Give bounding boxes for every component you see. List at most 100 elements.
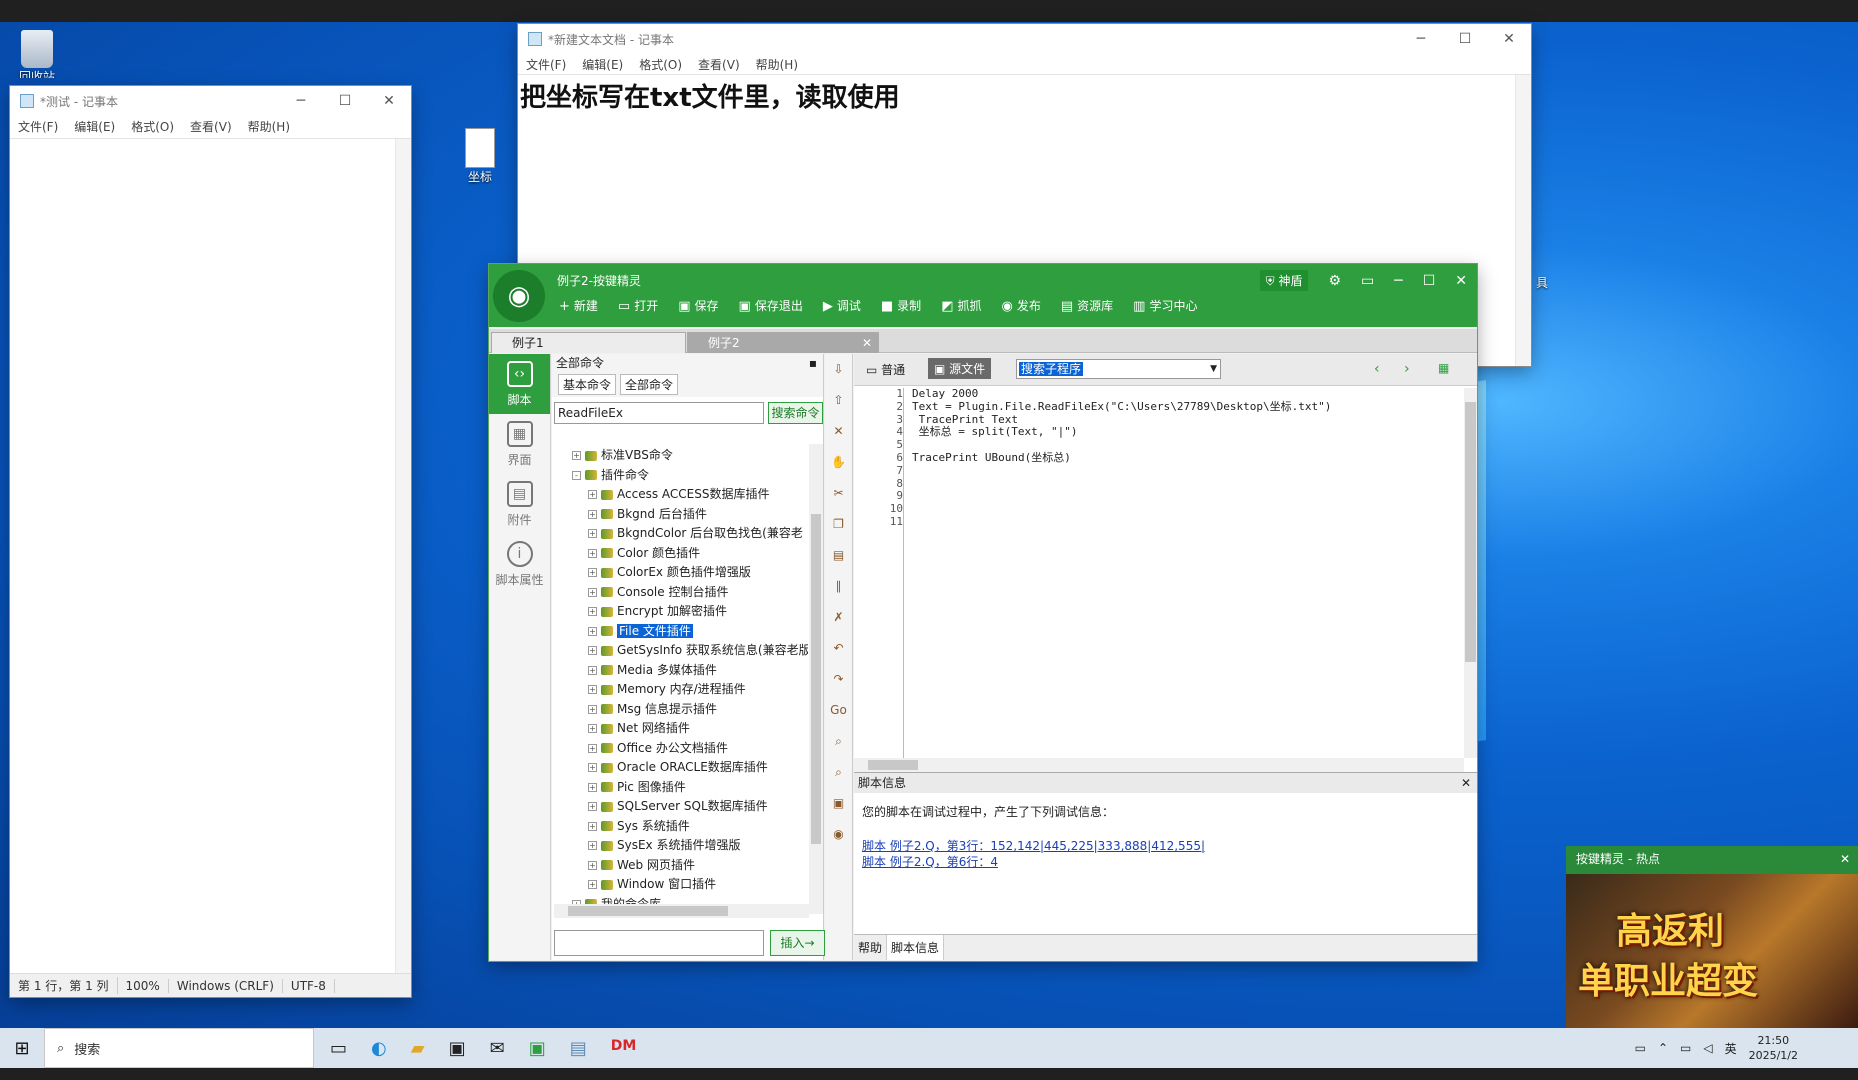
- tree-item[interactable]: + Msg 信息提示插件: [552, 700, 808, 720]
- expand-toggle-icon[interactable]: +: [588, 704, 597, 714]
- tree-item[interactable]: + Net 网络插件: [552, 719, 808, 739]
- record-button[interactable]: ■ 录制: [881, 297, 921, 314]
- anjian-window[interactable]: ◉ 例子2-按键精灵 + 新建 ▭ 打开 ▣ 保存 ▣ 保存退出 ▶ 调试 ■ 录制 ◩ 抓抓…: [489, 264, 1477, 961]
- notepad1-text-area[interactable]: [10, 138, 411, 973]
- expand-toggle-icon[interactable]: +: [588, 587, 597, 597]
- notepad-taskbar-icon[interactable]: ▤: [570, 1038, 587, 1059]
- notepad2-titlebar[interactable]: *新建文本文档 - 记事本 ─ ☐ ✕: [518, 24, 1531, 54]
- notepad1-titlebar[interactable]: *测试 - 记事本 ─ ☐ ✕: [10, 86, 411, 116]
- hotspot-popup[interactable]: 按键精灵 - 热点 ✕ 高返利 单职业超变: [1566, 846, 1858, 1030]
- expand-toggle-icon[interactable]: +: [588, 782, 597, 792]
- store-icon[interactable]: ▣: [449, 1038, 466, 1059]
- editor-horizontal-scrollbar[interactable]: [854, 758, 1464, 772]
- expand-toggle-icon[interactable]: +: [572, 451, 581, 460]
- expand-toggle-icon[interactable]: +: [588, 763, 597, 772]
- close-button[interactable]: ✕: [367, 86, 411, 116]
- tree-item[interactable]: + Oracle ORACLE数据库插件: [552, 758, 808, 778]
- export-icon[interactable]: ▣: [825, 788, 852, 819]
- editor-vertical-scrollbar[interactable]: [1464, 388, 1477, 758]
- sidebar-item-script[interactable]: ‹› 脚本: [489, 354, 550, 414]
- view-icon[interactable]: ◉: [825, 819, 852, 850]
- vertical-scrollbar[interactable]: [1515, 75, 1531, 366]
- menu-edit[interactable]: 编辑(E): [74, 118, 115, 135]
- tree-item[interactable]: + Console 控制台插件: [552, 583, 808, 603]
- publish-button[interactable]: ◉ 发布: [1002, 297, 1041, 314]
- dm-taskbar-app[interactable]: DM: [611, 1038, 637, 1059]
- tab-help[interactable]: 帮助: [854, 935, 888, 960]
- paste-icon[interactable]: ▤: [825, 540, 852, 571]
- skin-icon[interactable]: ▭: [1361, 273, 1374, 289]
- expand-toggle-icon[interactable]: +: [588, 509, 597, 519]
- menu-file[interactable]: 文件(F): [18, 118, 58, 135]
- hand-icon[interactable]: ✋: [825, 447, 852, 478]
- save-button[interactable]: ▣ 保存: [678, 297, 718, 314]
- expand-toggle-icon[interactable]: +: [588, 841, 597, 850]
- expand-toggle-icon[interactable]: +: [588, 685, 597, 694]
- save-exit-button[interactable]: ▣ 保存退出: [739, 297, 803, 314]
- tab-all-commands[interactable]: 全部命令: [620, 374, 679, 395]
- command-tree[interactable]: + 标准VBS命令 - 插件命令 + Access ACCESS数据库插件 + Bkgnd 后…: [552, 446, 808, 914]
- minimize-button[interactable]: ─: [279, 86, 323, 116]
- expand-toggle-icon[interactable]: +: [588, 860, 597, 870]
- menu-help[interactable]: 帮助(H): [248, 118, 290, 135]
- find-icon[interactable]: ⌕: [825, 726, 852, 757]
- maximize-button[interactable]: ☐: [323, 86, 367, 116]
- new-button[interactable]: + 新建: [559, 297, 598, 314]
- debug-line-link[interactable]: 脚本 例子2.Q，第3行：152,142|445,225|333,888|412…: [862, 838, 1469, 854]
- tree-vertical-scrollbar[interactable]: [809, 444, 823, 914]
- mode-source-tab[interactable]: ▣ 源文件: [928, 358, 992, 379]
- tree-item[interactable]: + 标准VBS命令: [552, 446, 808, 466]
- desktop-file-icon[interactable]: 坐标: [458, 128, 502, 185]
- prev-icon[interactable]: ‹: [1374, 361, 1380, 377]
- resource-library-button[interactable]: ▤ 资源库: [1061, 297, 1113, 314]
- tree-item[interactable]: + GetSysInfo 获取系统信息(兼容老版: [552, 641, 808, 661]
- keyboard-icon[interactable]: ▭: [1635, 1041, 1646, 1055]
- edge-icon[interactable]: ◐: [371, 1038, 387, 1059]
- notepad-window-test[interactable]: *测试 - 记事本 ─ ☐ ✕ 文件(F) 编辑(E) 格式(O) 查看(V) …: [10, 86, 411, 997]
- maximize-button[interactable]: ☐: [1423, 273, 1436, 289]
- menu-file[interactable]: 文件(F): [526, 56, 566, 73]
- expand-toggle-icon[interactable]: +: [588, 490, 597, 499]
- network-icon[interactable]: ▭: [1680, 1041, 1691, 1055]
- tree-item[interactable]: + SQLServer SQL数据库插件: [552, 797, 808, 817]
- tab-close-icon[interactable]: ✕: [862, 333, 872, 354]
- expand-toggle-icon[interactable]: +: [588, 568, 597, 577]
- pin-icon[interactable]: ▪: [809, 354, 817, 372]
- tree-item[interactable]: + Color 颜色插件: [552, 544, 808, 564]
- expand-toggle-icon[interactable]: +: [588, 646, 597, 655]
- tree-item[interactable]: + BkgndColor 后台取色找色(兼容老: [552, 524, 808, 544]
- command-input-box[interactable]: [554, 930, 764, 956]
- comment-icon[interactable]: ∥: [825, 571, 852, 602]
- tree-item[interactable]: - 插件命令: [552, 466, 808, 486]
- move-up-icon[interactable]: ⇧: [825, 385, 852, 416]
- expand-toggle-icon[interactable]: +: [588, 802, 597, 811]
- expand-toggle-icon[interactable]: +: [588, 821, 597, 831]
- close-icon[interactable]: ✕: [1461, 773, 1471, 793]
- delete-icon[interactable]: ✕: [825, 416, 852, 447]
- popup-ad-image[interactable]: 高返利 单职业超变: [1566, 874, 1858, 1030]
- code-area[interactable]: 1 2 3 4 5 6 7 8 9 10 11 Delay 2000 Text = Plugin.Fi…: [854, 387, 1464, 768]
- expand-toggle-icon[interactable]: +: [588, 743, 597, 753]
- close-icon[interactable]: ✕: [1840, 846, 1850, 872]
- anjian-taskbar-icon[interactable]: ▣: [529, 1038, 546, 1059]
- taskbar-search-box[interactable]: ⌕ 搜索: [44, 1028, 314, 1068]
- expand-toggle-icon[interactable]: +: [588, 548, 597, 558]
- move-down-icon[interactable]: ⇩: [825, 354, 852, 385]
- tree-item[interactable]: + Encrypt 加解密插件: [552, 602, 808, 622]
- minimize-button[interactable]: ─: [1399, 24, 1443, 54]
- open-button[interactable]: ▭ 打开: [618, 297, 658, 314]
- uncomment-icon[interactable]: ✗: [825, 602, 852, 633]
- tree-item[interactable]: + Office 办公文档插件: [552, 739, 808, 759]
- tab-script-info[interactable]: 脚本信息: [887, 935, 945, 960]
- redo-icon[interactable]: ↷: [825, 664, 852, 695]
- tree-item[interactable]: + Web 网页插件: [552, 856, 808, 876]
- debug-button[interactable]: ▶ 调试: [823, 297, 861, 314]
- recycle-bin-icon[interactable]: 回收站: [14, 30, 60, 78]
- menu-edit[interactable]: 编辑(E): [582, 56, 623, 73]
- sidebar-item-ui[interactable]: ▦ 界面: [489, 414, 550, 474]
- subroutine-search-select[interactable]: 搜索子程序 ▼: [1016, 359, 1221, 379]
- layout-icon[interactable]: ▦: [1438, 361, 1449, 375]
- insert-button[interactable]: 插入→: [770, 930, 825, 956]
- expand-toggle-icon[interactable]: +: [588, 529, 597, 538]
- sidebar-item-attachment[interactable]: ▤ 附件: [489, 474, 550, 534]
